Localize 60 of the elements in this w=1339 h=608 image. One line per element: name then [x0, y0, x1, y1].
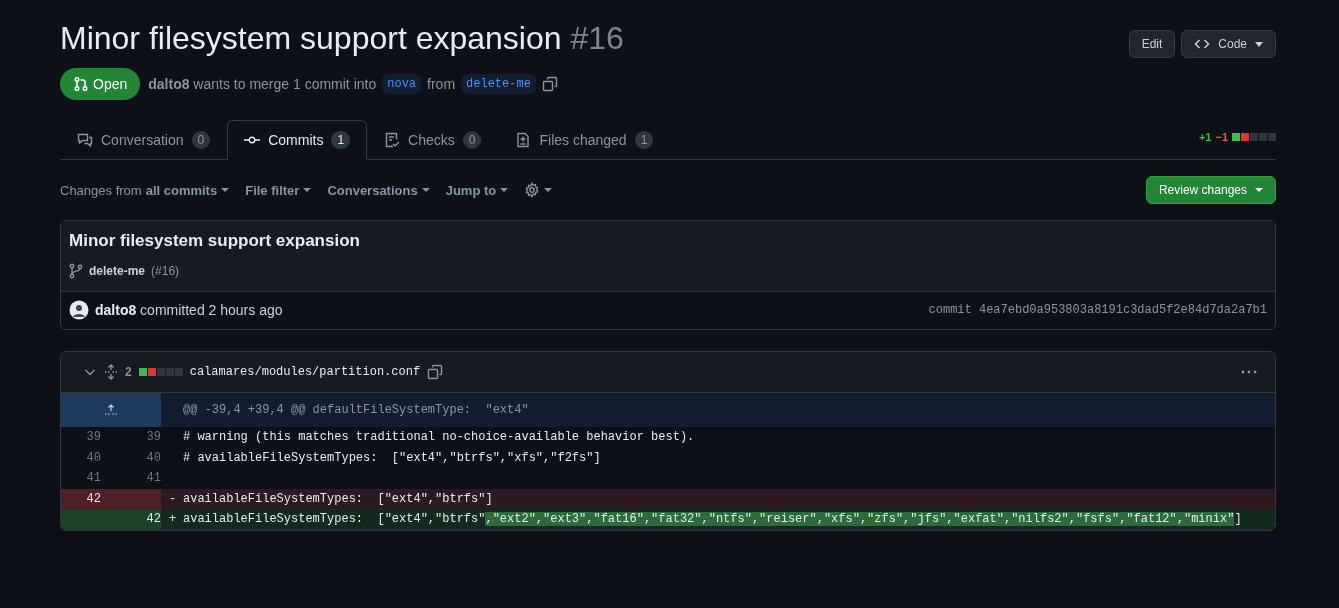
count-badge: 0 — [462, 131, 482, 149]
branch-label[interactable]: delete-me — [461, 74, 536, 94]
count-badge: 0 — [191, 131, 211, 149]
merge-summary: dalto8 wants to merge 1 commit into — [148, 76, 377, 92]
hunk-header: @@ -39,4 +39,4 @@ defaultFileSystemType: "ext4" — [182, 402, 530, 419]
count-badge: 1 — [634, 131, 654, 149]
gutter-cell — [61, 509, 101, 530]
line-number: 39 — [85, 429, 101, 446]
file-diff-icon — [515, 132, 532, 148]
pr-title: Minor filesystem support expansion #16 — [60, 20, 624, 57]
code-line: availableFileSystemTypes: ["ext4","btrfs","ext2","ext3","fat16","fat32","ntfs","reiser","xfs","zfs","jfs","exfat","nilfs2","fsfs","fat12","minix"] — [183, 512, 1242, 526]
branch-name[interactable]: delete-me — [89, 264, 146, 278]
checklist-icon — [384, 132, 401, 148]
tab[interactable]: Conversation 0 — [60, 120, 228, 160]
line-number: 40 — [145, 449, 161, 467]
line-number: 41 — [145, 470, 161, 487]
file-path[interactable]: calamares/modules/partition.conf — [189, 365, 421, 379]
commit-sha[interactable]: commit 4ea7ebd0a953803a8191c3dad5f2e84d7da2a7b1 — [928, 303, 1267, 317]
line-number: 41 — [85, 470, 101, 487]
toolbar-dropdown[interactable]: File filter — [245, 182, 312, 198]
branch-icon — [69, 263, 83, 279]
commit-title: Minor filesystem support expansion — [69, 231, 361, 251]
count-badge: 1 — [331, 131, 351, 149]
line-number: 42 — [61, 488, 101, 509]
copy-icon[interactable] — [541, 76, 558, 92]
line-number: 39 — [145, 429, 161, 446]
header-button[interactable]: Edit — [1128, 30, 1176, 58]
settings-dropdown[interactable] — [524, 182, 553, 198]
copy-icon[interactable] — [427, 364, 444, 380]
header-button[interactable]: Code — [1181, 30, 1276, 58]
diff-sign: + — [169, 511, 178, 528]
toolbar-dropdown[interactable]: Conversations — [327, 182, 430, 198]
pull-request-icon — [73, 76, 89, 92]
line-number: 42 — [101, 509, 161, 530]
open-badge: Open — [60, 68, 141, 100]
line-number: 40 — [85, 449, 101, 467]
caret-icon — [1255, 41, 1263, 47]
commit-author: dalto8 committed 2 hours ago — [95, 302, 283, 318]
chat-icon — [77, 132, 93, 148]
diff-sign: - — [169, 490, 178, 508]
code-line: # warning (this matches traditional no-choice-available behavior best). — [183, 430, 695, 444]
tab[interactable]: Files changed 1 — [498, 120, 671, 160]
review-changes-button[interactable]: Review changes — [1145, 176, 1276, 204]
gutter-cell — [101, 488, 161, 509]
tab[interactable]: Commits 1 — [227, 120, 368, 160]
from-label: from — [427, 76, 456, 92]
changes-dropdown[interactable]: Changes from all commits — [60, 182, 230, 198]
additions-count: +1 — [1198, 131, 1212, 143]
code-line: # availableFileSystemTypes: ["ext4","btrfs","xfs","f2fs"] — [183, 450, 601, 465]
more-icon[interactable] — [1241, 370, 1257, 374]
pr-reference[interactable]: (#16) — [151, 264, 180, 278]
expand-icon[interactable] — [104, 364, 118, 380]
code-line: availableFileSystemTypes: ["ext4","btrfs"] — [183, 491, 493, 506]
branch-label[interactable]: nova — [382, 74, 422, 94]
deletions-count: −1 — [1215, 131, 1228, 143]
expand-up-icon[interactable] — [104, 404, 118, 416]
tab[interactable]: Checks 0 — [367, 120, 499, 160]
avatar — [69, 300, 89, 320]
changes-count: 2 — [125, 365, 132, 379]
toolbar-dropdown[interactable]: Jump to — [445, 182, 509, 198]
